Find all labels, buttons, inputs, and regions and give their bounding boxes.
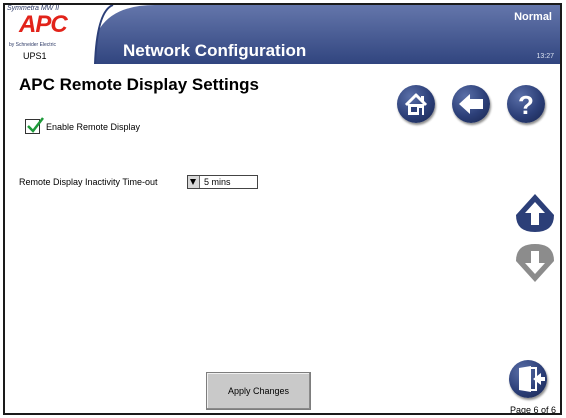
back-button[interactable] [452, 85, 490, 123]
arrow-down-icon [516, 244, 554, 282]
inactivity-timeout-select[interactable]: 5 mins [187, 175, 258, 189]
back-arrow-icon [459, 94, 483, 114]
help-icon: ? [518, 90, 534, 120]
header-bar: Symmetra MW II APC by Schneider Electric… [5, 5, 560, 64]
scroll-down-button[interactable] [515, 243, 555, 288]
chevron-down-icon [188, 176, 200, 188]
status-text: Normal [514, 11, 552, 23]
page-indicator: Page 6 of 6 [509, 405, 556, 415]
enable-remote-display-label: Enable Remote Display [46, 121, 141, 132]
enable-remote-display-checkbox[interactable] [25, 117, 44, 134]
exit-button[interactable] [509, 360, 547, 398]
logo-panel: Symmetra MW II APC by Schneider Electric… [5, 5, 93, 64]
clock: 13:27 [536, 53, 554, 60]
inactivity-timeout-value: 5 mins [204, 177, 231, 187]
apc-logo: APC [19, 11, 68, 38]
home-button[interactable] [397, 85, 435, 123]
home-icon [404, 93, 428, 115]
scroll-up-button[interactable] [515, 193, 555, 238]
help-button[interactable]: ? [507, 85, 545, 123]
inactivity-timeout-label: Remote Display Inactivity Time-out [19, 177, 158, 187]
page-title: APC Remote Display Settings [19, 75, 259, 94]
device-name: UPS1 [23, 51, 47, 61]
apply-changes-button[interactable]: Apply Changes [206, 372, 311, 410]
screen-title: Network Configuration [123, 41, 307, 60]
checkmark-icon [27, 117, 44, 133]
arrow-up-icon [516, 194, 554, 232]
svg-text:?: ? [518, 90, 534, 120]
exit-door-icon [519, 366, 545, 392]
manufacturer-text: by Schneider Electric [9, 42, 56, 48]
app-frame: Symmetra MW II APC by Schneider Electric… [3, 3, 562, 415]
enable-remote-display-row: Enable Remote Display [25, 117, 141, 134]
